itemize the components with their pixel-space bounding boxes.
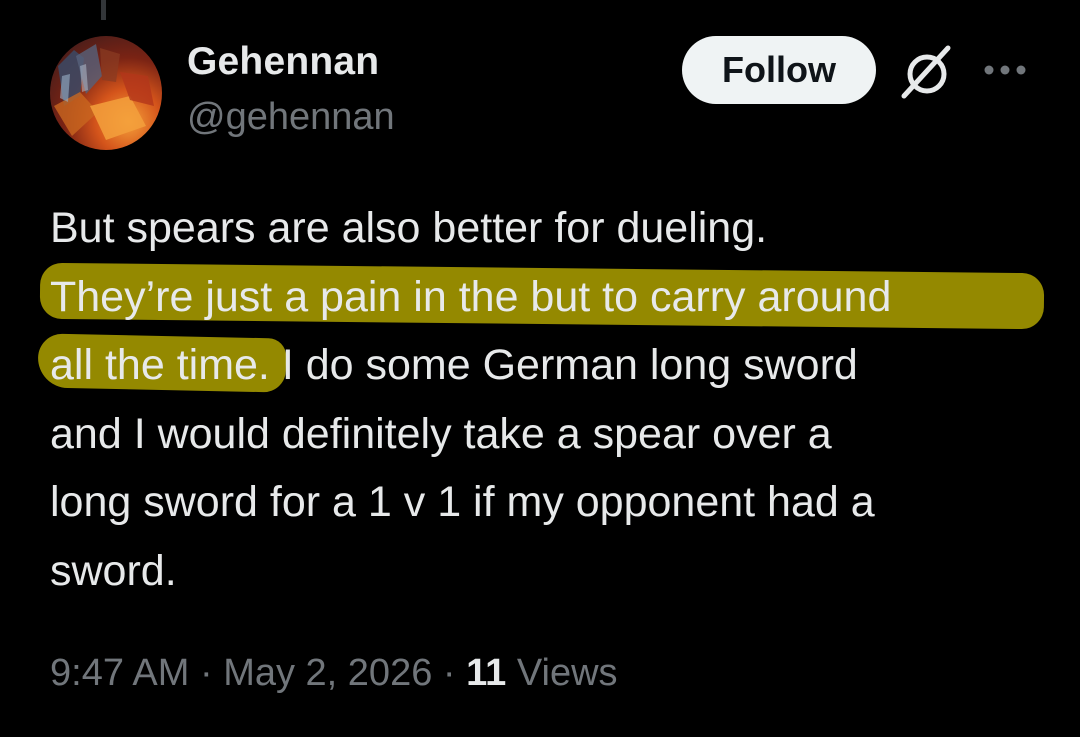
meta-separator: ·: [199, 652, 213, 694]
views-count[interactable]: 11: [466, 652, 506, 694]
tweet-text-line: and I would definitely take a spear over…: [50, 409, 832, 458]
views-label[interactable]: Views: [517, 652, 618, 694]
tweet-text-line: But spears are also better for dueling.: [50, 204, 768, 252]
tweet-text-line: sword.: [50, 546, 177, 595]
tweet-time[interactable]: 9:47 AM: [50, 652, 189, 694]
avatar-image: [54, 44, 154, 140]
tweet-meta: 9:47 AM · May 2, 2026 · 11 Views: [50, 652, 618, 695]
more-dots-icon[interactable]: [982, 58, 1028, 82]
meta-separator: ·: [442, 652, 456, 694]
follow-button[interactable]: Follow: [682, 36, 876, 104]
tweet-text-line-partially-highlighted: all the time. I do some German long swor…: [50, 341, 858, 389]
tweet-date[interactable]: May 2, 2026: [223, 652, 432, 694]
avatar[interactable]: [50, 36, 162, 150]
tweet-text: But spears are also better for dueling. …: [50, 194, 1030, 605]
thread-connector-line: [101, 0, 106, 20]
grok-slash-circle-icon[interactable]: [898, 44, 956, 100]
author-handle[interactable]: @gehennan: [187, 96, 395, 139]
tweet-text-line-highlighted: They’re just a pain in the but to carry …: [50, 272, 892, 321]
author-display-name[interactable]: Gehennan: [187, 40, 379, 84]
tweet-page: Gehennan @gehennan Follow But spears are…: [0, 0, 1080, 737]
tweet-text-line: long sword for a 1 v 1 if my opponent ha…: [50, 478, 875, 526]
